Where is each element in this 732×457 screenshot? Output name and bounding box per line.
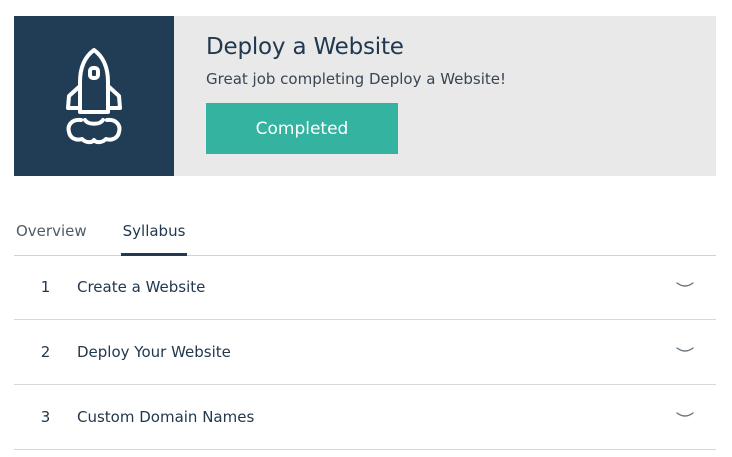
course-tabs: Overview Syllabus	[14, 214, 716, 256]
rocket-icon	[66, 48, 122, 145]
syllabus-item-number: 1	[40, 278, 51, 296]
syllabus-item-title: Create a Website	[77, 278, 206, 296]
syllabus-item-title: Custom Domain Names	[77, 408, 255, 426]
syllabus-item-title: Deploy Your Website	[77, 343, 231, 361]
tab-overview[interactable]: Overview	[14, 214, 89, 253]
tab-syllabus[interactable]: Syllabus	[120, 214, 188, 256]
course-banner: Deploy a Website Great job completing De…	[14, 16, 716, 176]
syllabus-item-number: 2	[40, 343, 51, 361]
completed-button[interactable]: Completed	[206, 103, 398, 154]
syllabus-item[interactable]: 1 Create a Website	[14, 255, 716, 320]
banner-content: Deploy a Website Great job completing De…	[174, 16, 506, 176]
course-subtitle: Great job completing Deploy a Website!	[206, 70, 507, 88]
syllabus-item[interactable]: 2 Deploy Your Website	[14, 320, 716, 385]
chevron-down-icon[interactable]	[676, 346, 694, 356]
chevron-down-icon[interactable]	[676, 281, 694, 291]
syllabus-item[interactable]: 3 Custom Domain Names	[14, 385, 716, 450]
chevron-down-icon[interactable]	[676, 411, 694, 421]
syllabus-list: 1 Create a Website 2 Deploy Your Website…	[14, 255, 716, 450]
syllabus-item-number: 3	[40, 408, 51, 426]
course-title: Deploy a Website	[206, 34, 404, 60]
course-icon-box	[14, 16, 174, 176]
